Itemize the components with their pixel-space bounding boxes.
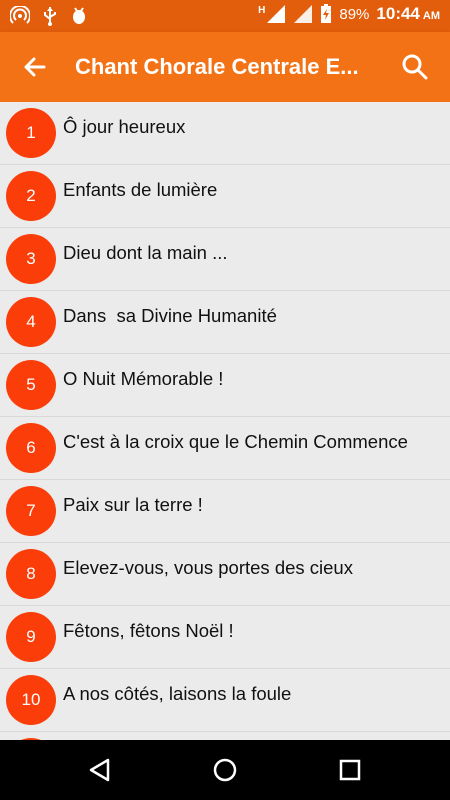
usb-icon	[44, 7, 56, 26]
song-number-badge: 3	[6, 234, 56, 284]
list-item[interactable]: 1 Ô jour heureux	[0, 102, 450, 165]
song-title: Enfants de lumière	[63, 179, 218, 200]
navigation-bar	[0, 740, 450, 800]
status-left-icons	[10, 6, 88, 26]
song-number-badge: 10	[6, 675, 56, 725]
song-number-badge: 5	[6, 360, 56, 410]
song-title: C'est à la croix que le Chemin Commence	[63, 431, 408, 452]
status-bar: H 89% 10:44 AM	[0, 0, 450, 32]
song-title: A nos côtés, laisons la foule	[63, 683, 292, 704]
nav-recents-icon[interactable]	[337, 757, 363, 783]
song-number-badge: 7	[6, 486, 56, 536]
signal-icon	[267, 5, 286, 23]
song-number-badge: 1	[6, 108, 56, 158]
list-item[interactable]: 7 Paix sur la terre !	[0, 480, 450, 543]
page-title: Chant Chorale Centrale E...	[75, 54, 359, 79]
list-item-partial[interactable]	[0, 732, 450, 740]
arrow-back-icon[interactable]	[20, 52, 50, 82]
song-title: O Nuit Mémorable !	[63, 368, 224, 389]
android-debug-icon	[73, 7, 85, 24]
search-icon[interactable]	[400, 52, 430, 82]
list-item[interactable]: 2 Enfants de lumière	[0, 165, 450, 228]
nav-home-icon[interactable]	[212, 757, 238, 783]
song-title: Dieu dont la main ...	[63, 242, 228, 263]
app-bar: Chant Chorale Centrale E...	[0, 32, 450, 102]
list-item[interactable]: 6 C'est à la croix que le Chemin Commenc…	[0, 417, 450, 480]
list-item[interactable]: 5 O Nuit Mémorable !	[0, 354, 450, 417]
signal-icon-2	[294, 5, 313, 23]
song-number-badge: 4	[6, 297, 56, 347]
song-title: Ô jour heureux	[63, 116, 186, 137]
song-number-badge: 6	[6, 423, 56, 473]
song-number-badge: 8	[6, 549, 56, 599]
song-title: Fêtons, fêtons Noël !	[63, 620, 234, 641]
song-title: Elevez-vous, vous portes des cieux	[63, 557, 353, 578]
battery-icon	[321, 4, 332, 23]
song-list: 1 Ô jour heureux 2 Enfants de lumière 3 …	[0, 102, 450, 740]
list-item[interactable]: 3 Dieu dont la main ...	[0, 228, 450, 291]
song-title: Paix sur la terre !	[63, 494, 203, 515]
list-item[interactable]: 4 Dans sa Divine Humanité	[0, 291, 450, 354]
nav-back-icon[interactable]	[87, 757, 113, 783]
network-type-label: H	[258, 4, 266, 16]
hotspot-icon	[10, 6, 30, 24]
song-number-badge: 2	[6, 171, 56, 221]
clock-time: 10:44	[376, 4, 420, 23]
status-right: H 89% 10:44 AM	[258, 4, 440, 24]
list-item[interactable]: 10 A nos côtés, laisons la foule	[0, 669, 450, 732]
song-number-badge: 9	[6, 612, 56, 662]
song-title: Dans sa Divine Humanité	[63, 305, 277, 326]
list-item[interactable]: 9 Fêtons, fêtons Noël !	[0, 606, 450, 669]
list-item[interactable]: 8 Elevez-vous, vous portes des cieux	[0, 543, 450, 606]
clock-ampm: AM	[422, 10, 440, 22]
battery-percent: 89%	[339, 5, 370, 23]
